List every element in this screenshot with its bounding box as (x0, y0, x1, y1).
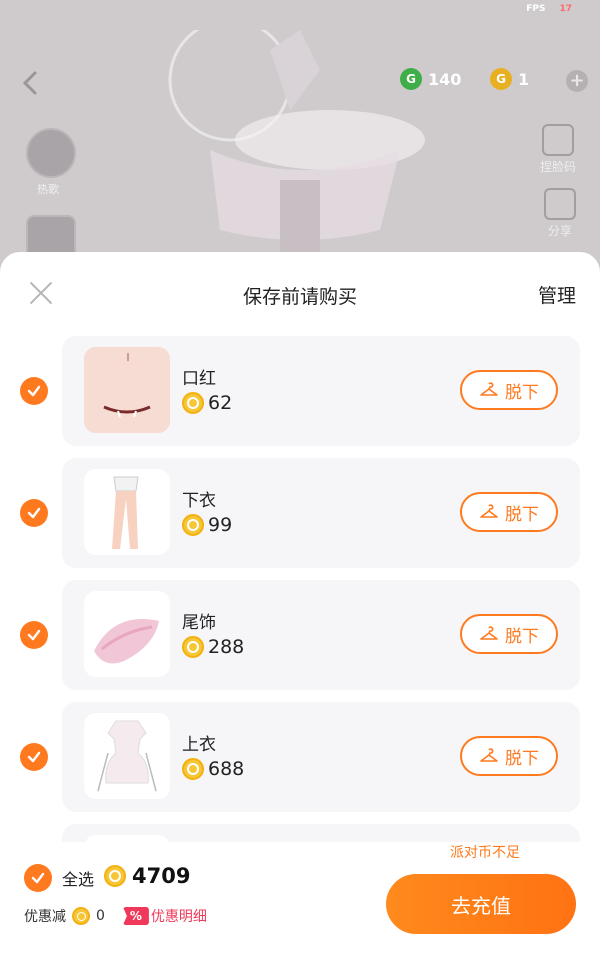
discount-value: 0 (96, 908, 105, 924)
tail-thumbnail (84, 591, 170, 677)
gold-coin-icon: G (490, 68, 512, 90)
hanger-icon (480, 626, 498, 640)
take-off-button[interactable]: 脱下 (460, 736, 558, 776)
discount-detail-link[interactable]: % 优惠明细 (122, 906, 207, 926)
share-icon (544, 188, 576, 220)
background-scene: FPS 17 G 140 G 1 + 热歌 捏脸码 分享 (0, 0, 600, 270)
item-name: 尾饰 (182, 613, 216, 633)
percent-tag-icon: % (122, 907, 149, 925)
coin-icon (72, 907, 90, 925)
discount-label: 优惠减 (24, 909, 66, 925)
item-card: 口红 62 脱下 (62, 336, 580, 446)
checkmark-icon (31, 872, 45, 884)
green-currency: G 140 (400, 68, 461, 90)
item-price: 99 (182, 514, 232, 536)
face-code-button[interactable]: 捏脸码 (540, 124, 576, 175)
checkmark-icon (27, 751, 41, 763)
item-price: 688 (182, 758, 244, 780)
item-checkbox[interactable] (20, 621, 48, 649)
coin-icon (104, 865, 126, 887)
coin-icon (182, 758, 204, 780)
checkmark-icon (27, 507, 41, 519)
bottoms-thumbnail (84, 469, 170, 555)
item-price: 62 (182, 392, 232, 414)
item-card: 上衣 688 脱下 (62, 702, 580, 812)
list-item: 上衣 688 脱下 (0, 702, 600, 824)
insufficient-notice: 派对币不足 (450, 845, 520, 861)
share-button[interactable]: 分享 (544, 188, 576, 239)
select-all-toggle[interactable]: 全选 (24, 864, 94, 892)
take-off-button[interactable]: 脱下 (460, 614, 558, 654)
total-price: 4709 (104, 864, 190, 888)
select-all-label: 全选 (62, 870, 95, 889)
avatar-preview (168, 30, 425, 270)
star-icon[interactable] (26, 128, 76, 178)
hanger-icon (480, 382, 498, 396)
footer-bar: 派对币不足 全选 4709 优惠减 0 % 优惠明细 去充值 (0, 842, 600, 960)
take-off-button[interactable]: 脱下 (460, 492, 558, 532)
item-price: 288 (182, 636, 244, 658)
top-thumbnail (84, 713, 170, 799)
left-icon-label: 热歌 (37, 183, 59, 196)
list-item: 尾饰 288 脱下 (0, 580, 600, 702)
item-checkbox[interactable] (20, 499, 48, 527)
item-list[interactable]: 口红 62 脱下 下衣 99 脱下 尾饰 288 脱下 上衣 688 脱下 (0, 336, 600, 846)
fps-counter: FPS 17 (526, 4, 572, 14)
select-all-checkbox[interactable] (24, 864, 52, 892)
checkmark-icon (27, 385, 41, 397)
coin-icon (182, 392, 204, 414)
lipstick-thumbnail (84, 347, 170, 433)
sheet-title: 保存前请购买 (242, 286, 357, 308)
item-checkbox[interactable] (20, 743, 48, 771)
sheet-header: 保存前请购买 管理 (0, 252, 600, 336)
coin-icon (182, 514, 204, 536)
checkmark-icon (27, 629, 41, 641)
item-name: 上衣 (182, 735, 216, 755)
recharge-button[interactable]: 去充值 (386, 874, 576, 934)
item-name: 口红 (182, 369, 216, 389)
manage-button[interactable]: 管理 (538, 281, 576, 308)
add-currency-button[interactable]: + (566, 70, 588, 92)
gold-currency: G 1 (490, 68, 529, 90)
back-icon[interactable] (18, 70, 44, 96)
item-name: 下衣 (182, 491, 216, 511)
take-off-button[interactable]: 脱下 (460, 370, 558, 410)
list-item: 下衣 99 脱下 (0, 458, 600, 580)
qr-edit-icon (542, 124, 574, 156)
item-card: 尾饰 288 脱下 (62, 580, 580, 690)
coin-icon (182, 636, 204, 658)
discount-row: 优惠减 0 % 优惠明细 (24, 906, 207, 926)
hanger-icon (480, 504, 498, 518)
item-card: 下衣 99 脱下 (62, 458, 580, 568)
hanger-icon (480, 748, 498, 762)
list-item: 口红 62 脱下 (0, 336, 600, 458)
purchase-sheet: 保存前请购买 管理 口红 62 脱下 下衣 99 脱下 尾饰 288 脱下 上衣… (0, 252, 600, 960)
green-coin-icon: G (400, 68, 422, 90)
item-checkbox[interactable] (20, 377, 48, 405)
